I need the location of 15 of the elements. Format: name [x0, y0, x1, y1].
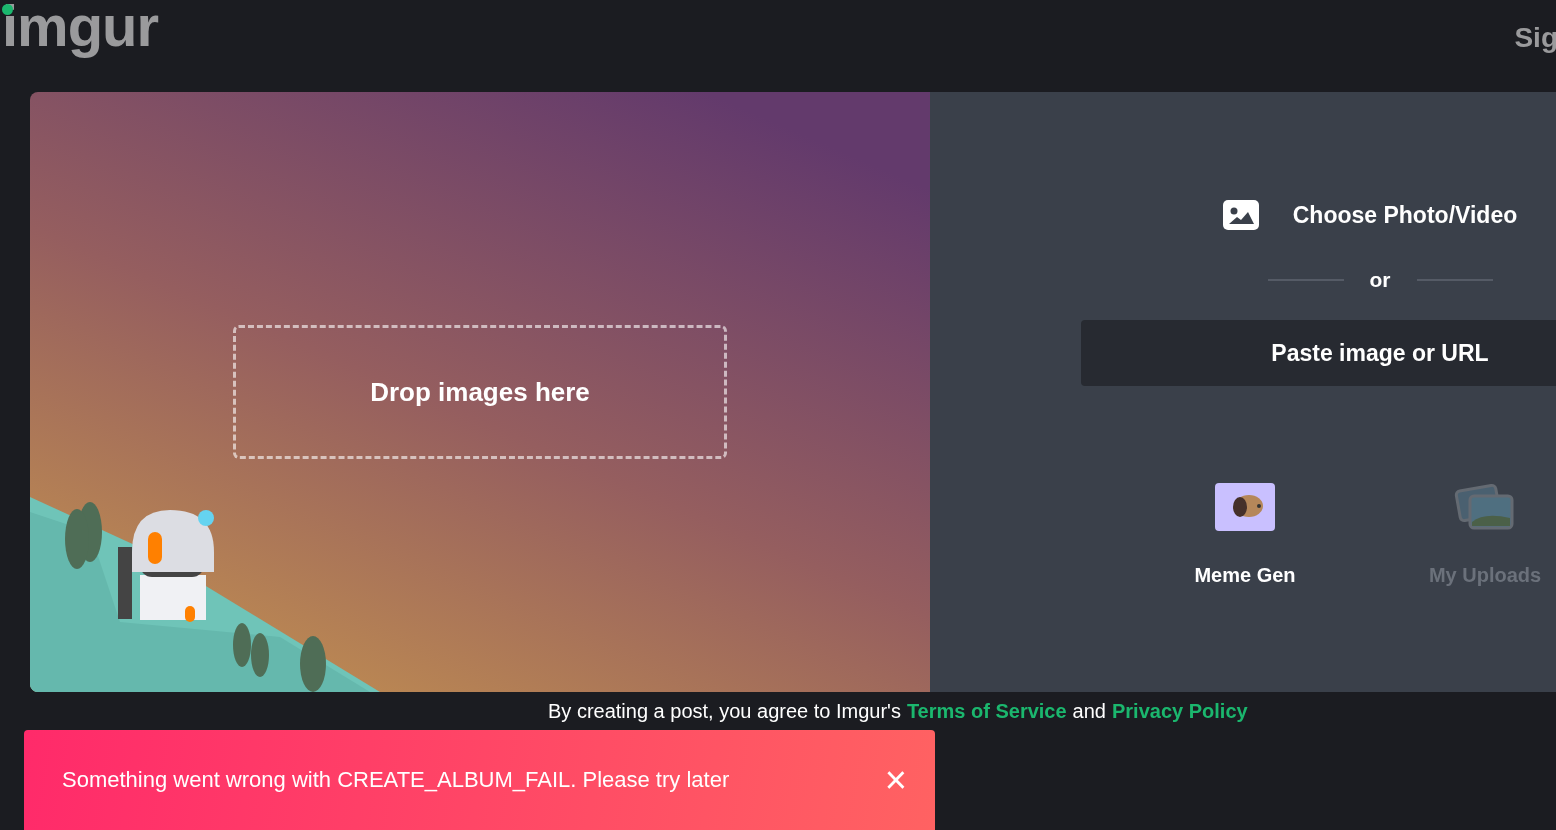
- sign-in-link[interactable]: Sig: [1514, 22, 1556, 54]
- terms-link[interactable]: Terms of Service: [906, 700, 1067, 723]
- tool-button[interactable]: Meme Gen: [1175, 482, 1315, 587]
- dog-icon: [1214, 482, 1276, 532]
- terms-notice: By creating a post, you agree to Imgur's: [548, 700, 901, 723]
- image-icon: [1222, 200, 1259, 230]
- drop-zone[interactable]: Drop images here: [233, 325, 727, 459]
- logo[interactable]: imgur: [2, 0, 159, 59]
- choose-photo-button[interactable]: Choose Photo/Video: [1222, 200, 1518, 230]
- conjunction-text: and: [1072, 700, 1106, 723]
- divider-text: or: [1369, 268, 1391, 292]
- photos-icon: [1454, 482, 1516, 532]
- privacy-link[interactable]: Privacy Policy: [1112, 700, 1248, 723]
- error-message: Something went wrong with CREATE_ALBUM_FAIL. Please try later: [62, 767, 730, 793]
- paste-url-button[interactable]: Paste image or URL: [1081, 320, 1556, 386]
